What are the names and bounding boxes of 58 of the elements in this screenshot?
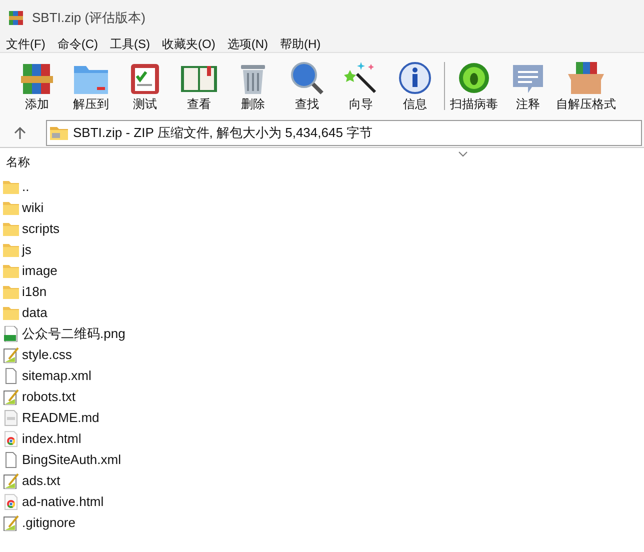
notepad-icon [3, 388, 19, 404]
file-row[interactable]: image [0, 260, 644, 281]
menu-item[interactable]: 选项(N) [221, 36, 274, 52]
notepad-icon [3, 472, 19, 488]
menu-item[interactable]: 命令(C) [51, 36, 104, 52]
browser-file-icon [3, 430, 19, 446]
box-icon [566, 60, 606, 96]
folder-icon [3, 178, 19, 194]
file-icon [3, 410, 19, 426]
app-icon [8, 10, 24, 26]
folder-icon [3, 220, 19, 236]
toolbar-button[interactable]: 信息 [388, 56, 442, 116]
menu-item[interactable]: 帮助(H) [274, 36, 327, 52]
file-row[interactable]: BingSiteAuth.xml [0, 449, 644, 470]
file-icon [3, 368, 19, 384]
file-row[interactable]: data [0, 302, 644, 323]
address-field[interactable]: SBTI.zip - ZIP 压缩文件, 解包大小为 5,434,645 字节 [46, 120, 642, 146]
toolbar-button[interactable]: 查找 [280, 56, 334, 116]
toolbar-button[interactable]: 删除 [226, 56, 280, 116]
toolbar-button[interactable]: 测试 [118, 56, 172, 116]
file-row[interactable]: ad-native.html [0, 491, 644, 512]
window-title: SBTI.zip (评估版本) [32, 9, 146, 28]
toolbar-button[interactable]: 解压到 [64, 56, 118, 116]
notepad-icon [3, 346, 19, 362]
address-text: SBTI.zip - ZIP 压缩文件, 解包大小为 5,434,645 字节 [73, 124, 373, 142]
menu-item[interactable]: 工具(S) [104, 36, 156, 52]
folder-icon [3, 242, 19, 258]
image-file-icon [3, 326, 19, 342]
file-row[interactable]: style.css [0, 344, 644, 365]
file-row[interactable]: ads.txt [0, 470, 644, 491]
file-row[interactable]: index.html [0, 428, 644, 449]
file-row[interactable]: .gitignore [0, 512, 644, 533]
toolbar-button[interactable]: 扫描病毒 [447, 56, 501, 116]
file-row[interactable]: i18n [0, 281, 644, 302]
folder-icon [3, 284, 19, 300]
browser-file-icon [3, 494, 19, 510]
file-row[interactable]: 公众号二维码.png [0, 323, 644, 344]
file-row[interactable]: sitemap.xml [0, 365, 644, 386]
folder-icon [3, 200, 19, 216]
toolbar-button[interactable]: 向导 [334, 56, 388, 116]
folder-icon [3, 262, 19, 278]
up-arrow-icon [14, 126, 26, 138]
menu-item[interactable]: 文件(F) [0, 36, 52, 52]
toolbar-button[interactable]: 查看 [172, 56, 226, 116]
folder-icon [3, 304, 19, 320]
notepad-icon [3, 514, 19, 530]
menu-item[interactable]: 收藏夹(O) [156, 36, 222, 52]
archive-folder-icon [50, 124, 68, 140]
file-row[interactable]: wiki [0, 197, 644, 218]
file-row[interactable]: README.md [0, 407, 644, 428]
toolbar-button[interactable]: 自解压格式 [555, 56, 617, 116]
toolbar-button[interactable]: 注释 [501, 56, 555, 116]
file-row[interactable]: .. [0, 176, 644, 197]
file-icon [3, 452, 19, 468]
file-row[interactable]: js [0, 239, 644, 260]
file-row[interactable]: robots.txt [0, 386, 644, 407]
toolbar-button[interactable]: 添加 [10, 56, 64, 116]
file-row[interactable]: scripts [0, 218, 644, 239]
